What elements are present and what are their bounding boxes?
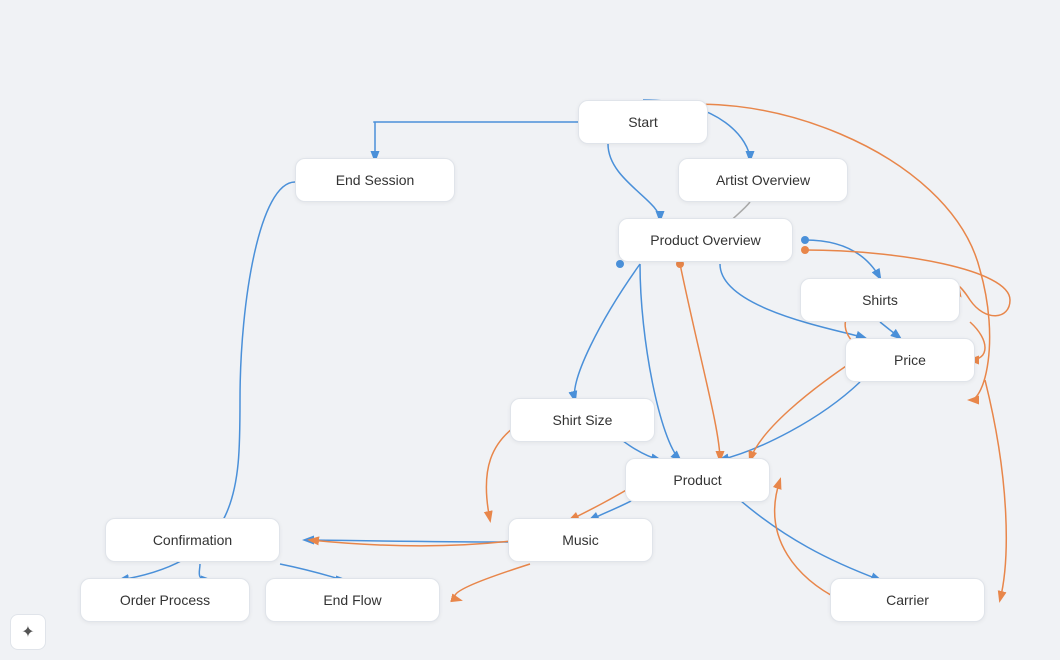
- confirmation-node[interactable]: Confirmation: [105, 518, 280, 562]
- price-node[interactable]: Price: [845, 338, 975, 382]
- shirt-size-label: Shirt Size: [553, 412, 613, 428]
- carrier-label: Carrier: [886, 592, 929, 608]
- price-label: Price: [894, 352, 926, 368]
- tool-icon-symbol: ✦: [21, 622, 34, 642]
- product-overview-node[interactable]: Product Overview: [618, 218, 793, 262]
- product-label: Product: [673, 472, 721, 488]
- product-overview-label: Product Overview: [650, 232, 760, 248]
- shirt-size-node[interactable]: Shirt Size: [510, 398, 655, 442]
- start-node[interactable]: Start: [578, 100, 708, 144]
- end-session-label: End Session: [336, 172, 415, 188]
- end-session-node[interactable]: End Session: [295, 158, 455, 202]
- order-process-label: Order Process: [120, 592, 210, 608]
- music-node[interactable]: Music: [508, 518, 653, 562]
- order-process-node[interactable]: Order Process: [80, 578, 250, 622]
- carrier-node[interactable]: Carrier: [830, 578, 985, 622]
- product-node[interactable]: Product: [625, 458, 770, 502]
- music-label: Music: [562, 532, 599, 548]
- tool-icon[interactable]: ✦: [10, 614, 46, 650]
- end-flow-label: End Flow: [323, 592, 381, 608]
- shirts-node[interactable]: Shirts: [800, 278, 960, 322]
- confirmation-label: Confirmation: [153, 532, 232, 548]
- start-label: Start: [628, 114, 658, 130]
- end-flow-node[interactable]: End Flow: [265, 578, 440, 622]
- shirts-label: Shirts: [862, 292, 898, 308]
- artist-overview-node[interactable]: Artist Overview: [678, 158, 848, 202]
- artist-overview-label: Artist Overview: [716, 172, 810, 188]
